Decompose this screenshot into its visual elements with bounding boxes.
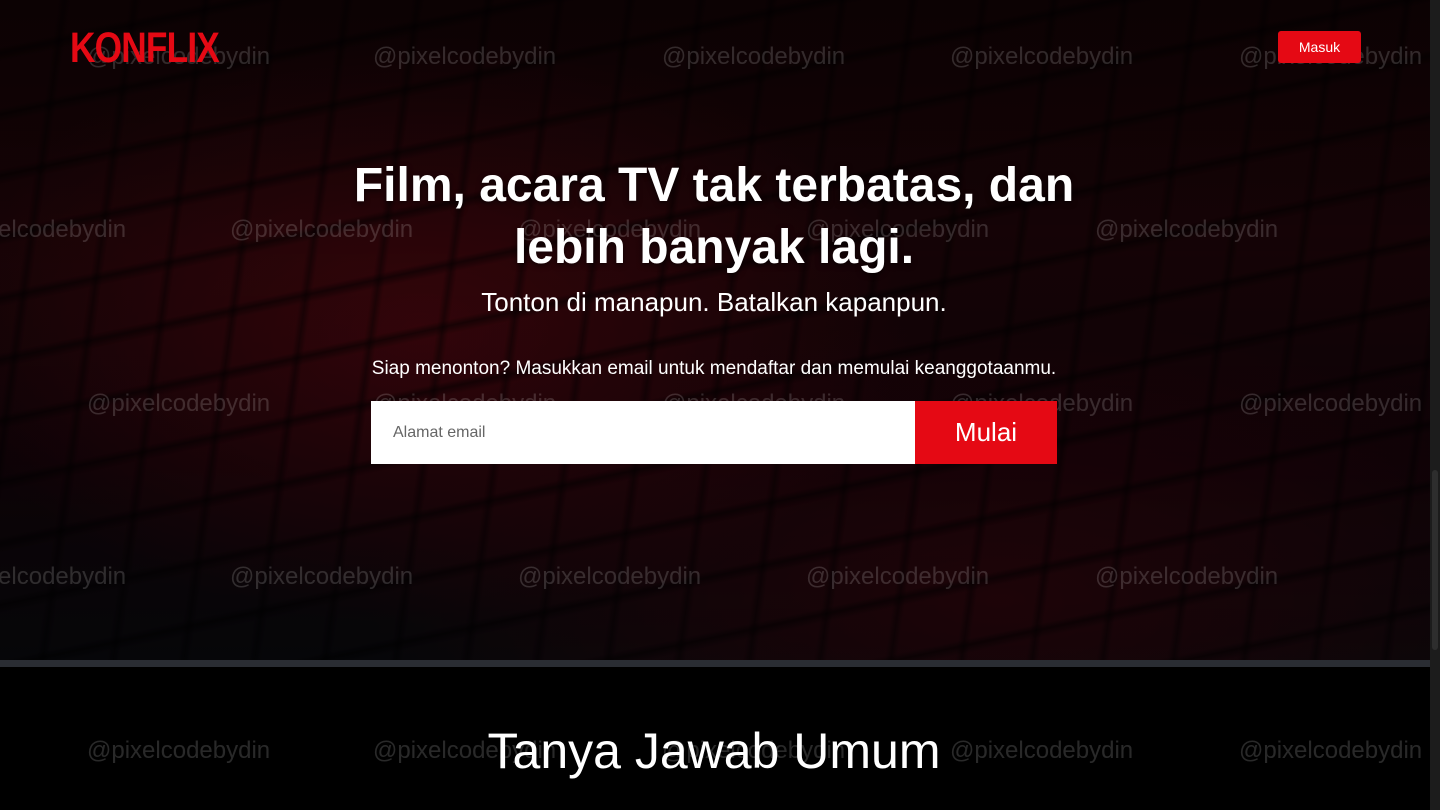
hero-subtitle: Tonton di manapun. Batalkan kapanpun.: [481, 287, 947, 317]
faq-section: Tanya Jawab Umum: [0, 667, 1430, 810]
email-signup-form: Mulai: [371, 401, 1057, 464]
signin-button[interactable]: Masuk: [1278, 31, 1361, 63]
scrollbar-thumb[interactable]: [1432, 470, 1438, 650]
hero-title: Film, acara TV tak terbatas, dan lebih b…: [353, 159, 1075, 274]
konflix-logo[interactable]: KONFLIX: [70, 24, 220, 73]
email-input[interactable]: [371, 401, 915, 464]
faq-title: Tanya Jawab Umum: [487, 723, 941, 779]
signup-prompt: Siap menonton? Masukkan email untuk mend…: [371, 358, 1057, 379]
hero-content: Film, acara TV tak terbatas, dan lebih b…: [0, 155, 1428, 380]
page-scrollbar[interactable]: [1430, 0, 1440, 810]
section-divider: [0, 660, 1430, 667]
start-button[interactable]: Mulai: [915, 401, 1057, 464]
